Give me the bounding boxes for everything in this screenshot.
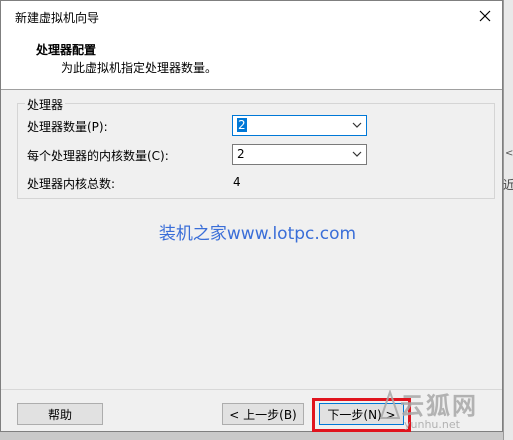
window-title: 新建虚拟机向导	[15, 11, 100, 25]
chevron-left-icon: <	[505, 148, 513, 159]
page-title: 处理器配置	[36, 43, 97, 57]
total-cores-label: 处理器内核总数:	[27, 177, 116, 191]
close-icon	[479, 10, 491, 22]
page-subtitle: 为此虚拟机指定处理器数量。	[61, 61, 218, 75]
processor-count-value: 2	[237, 118, 247, 132]
chevron-down-icon	[352, 122, 362, 128]
logo-text-en: yunhu.net	[404, 418, 460, 431]
logo-text-cn: 云狐网	[400, 392, 478, 420]
close-button[interactable]	[468, 1, 502, 31]
processor-group-legend: 处理器	[25, 96, 66, 113]
chevron-down-icon	[352, 151, 362, 157]
back-button[interactable]: < 上一步(B)	[222, 403, 304, 425]
new-vm-wizard-dialog: 新建虚拟机向导 处理器配置 为此虚拟机指定处理器数量。 处理器 处理器数量(P)…	[0, 0, 503, 432]
title-bar: 新建虚拟机向导	[1, 1, 502, 31]
wizard-header: 处理器配置 为此虚拟机指定处理器数量。	[1, 31, 502, 90]
site-logo: 云狐网 yunhu.net	[380, 384, 505, 434]
cores-per-processor-dropdown[interactable]: 2	[232, 144, 367, 165]
triangle-logo-icon	[380, 390, 400, 419]
background-window-glyph: 近	[503, 178, 513, 192]
processor-count-label: 处理器数量(P):	[27, 120, 108, 134]
cores-per-processor-label: 每个处理器的内核数量(C):	[27, 149, 169, 163]
processor-count-dropdown[interactable]: 2	[232, 115, 367, 136]
watermark-text: 装机之家www.lotpc.com	[158, 224, 357, 244]
help-button[interactable]: 帮助	[17, 403, 103, 425]
cores-per-processor-value: 2	[237, 147, 245, 161]
total-cores-value: 4	[233, 175, 241, 189]
